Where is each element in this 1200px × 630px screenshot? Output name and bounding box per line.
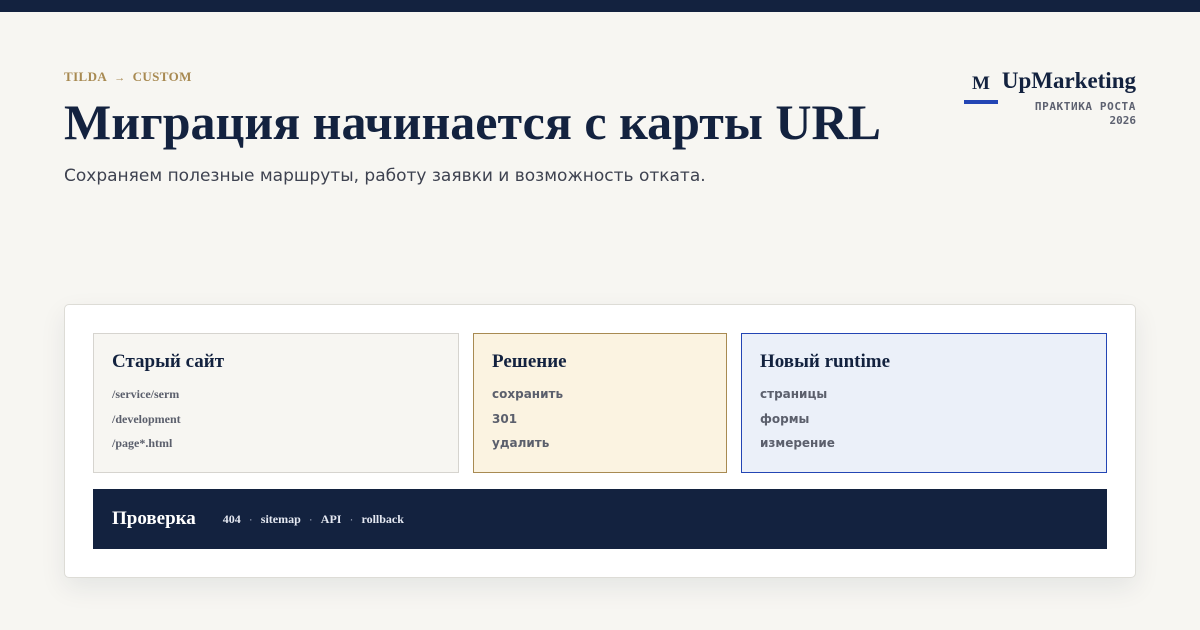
list-item: измерение: [760, 436, 835, 450]
list-item: формы: [760, 411, 810, 426]
new-runtime-column: Новый runtime страницы формы измерение: [741, 333, 1107, 473]
verification-bar: Проверка 404 · sitemap · API · rollback: [93, 489, 1107, 549]
page-title: Миграция начинается с карты URL: [64, 94, 881, 150]
brand-tagline: ПРАКТИКА РОСТА: [1034, 100, 1136, 113]
check-item: rollback: [361, 511, 404, 526]
brand-logo-mark: M: [964, 70, 998, 104]
check-item: API: [320, 511, 342, 526]
old-site-column: Старый сайт /service/serm /development /…: [93, 333, 459, 473]
old-site-list: /service/serm /development /page*.html: [112, 385, 440, 459]
arrow-right-icon: →: [114, 72, 126, 84]
list-item: удалить: [492, 436, 550, 450]
decision-title: Решение: [492, 351, 567, 372]
eyebrow-to: CUSTOM: [132, 69, 192, 84]
new-runtime-list: страницы формы измерение: [760, 385, 1088, 459]
eyebrow-from: TILDA: [64, 69, 108, 84]
list-item: сохранить: [492, 387, 564, 401]
separator-dot: ·: [308, 512, 313, 526]
list-item: 301: [492, 411, 518, 426]
verification-checks: 404 · sitemap · API · rollback: [223, 512, 404, 527]
decision-column: Решение сохранить 301 удалить: [473, 333, 727, 473]
brand-name: UpMarketing: [1001, 68, 1136, 93]
check-item: 404: [222, 511, 241, 526]
separator-dot: ·: [248, 512, 253, 526]
separator-dot: ·: [349, 512, 354, 526]
new-runtime-title: Новый runtime: [760, 351, 891, 372]
old-site-title: Старый сайт: [112, 351, 225, 372]
list-item: страницы: [760, 387, 828, 401]
eyebrow-label: TILDA → CUSTOM: [64, 69, 192, 85]
top-accent-bar: [0, 0, 1200, 12]
decision-list: сохранить 301 удалить: [492, 385, 708, 459]
list-item: /service/serm: [112, 387, 180, 401]
check-item: sitemap: [260, 511, 301, 526]
migration-card: Старый сайт /service/serm /development /…: [64, 304, 1136, 578]
brand-year: 2026: [1109, 114, 1137, 127]
brand-block: M UpMarketing ПРАКТИКА РОСТА 2026: [956, 68, 1137, 130]
list-item: /development: [112, 411, 181, 426]
list-item: /page*.html: [112, 436, 173, 450]
verification-title: Проверка: [112, 508, 196, 529]
page-subtitle: Сохраняем полезные маршруты, работу заяв…: [64, 166, 706, 186]
